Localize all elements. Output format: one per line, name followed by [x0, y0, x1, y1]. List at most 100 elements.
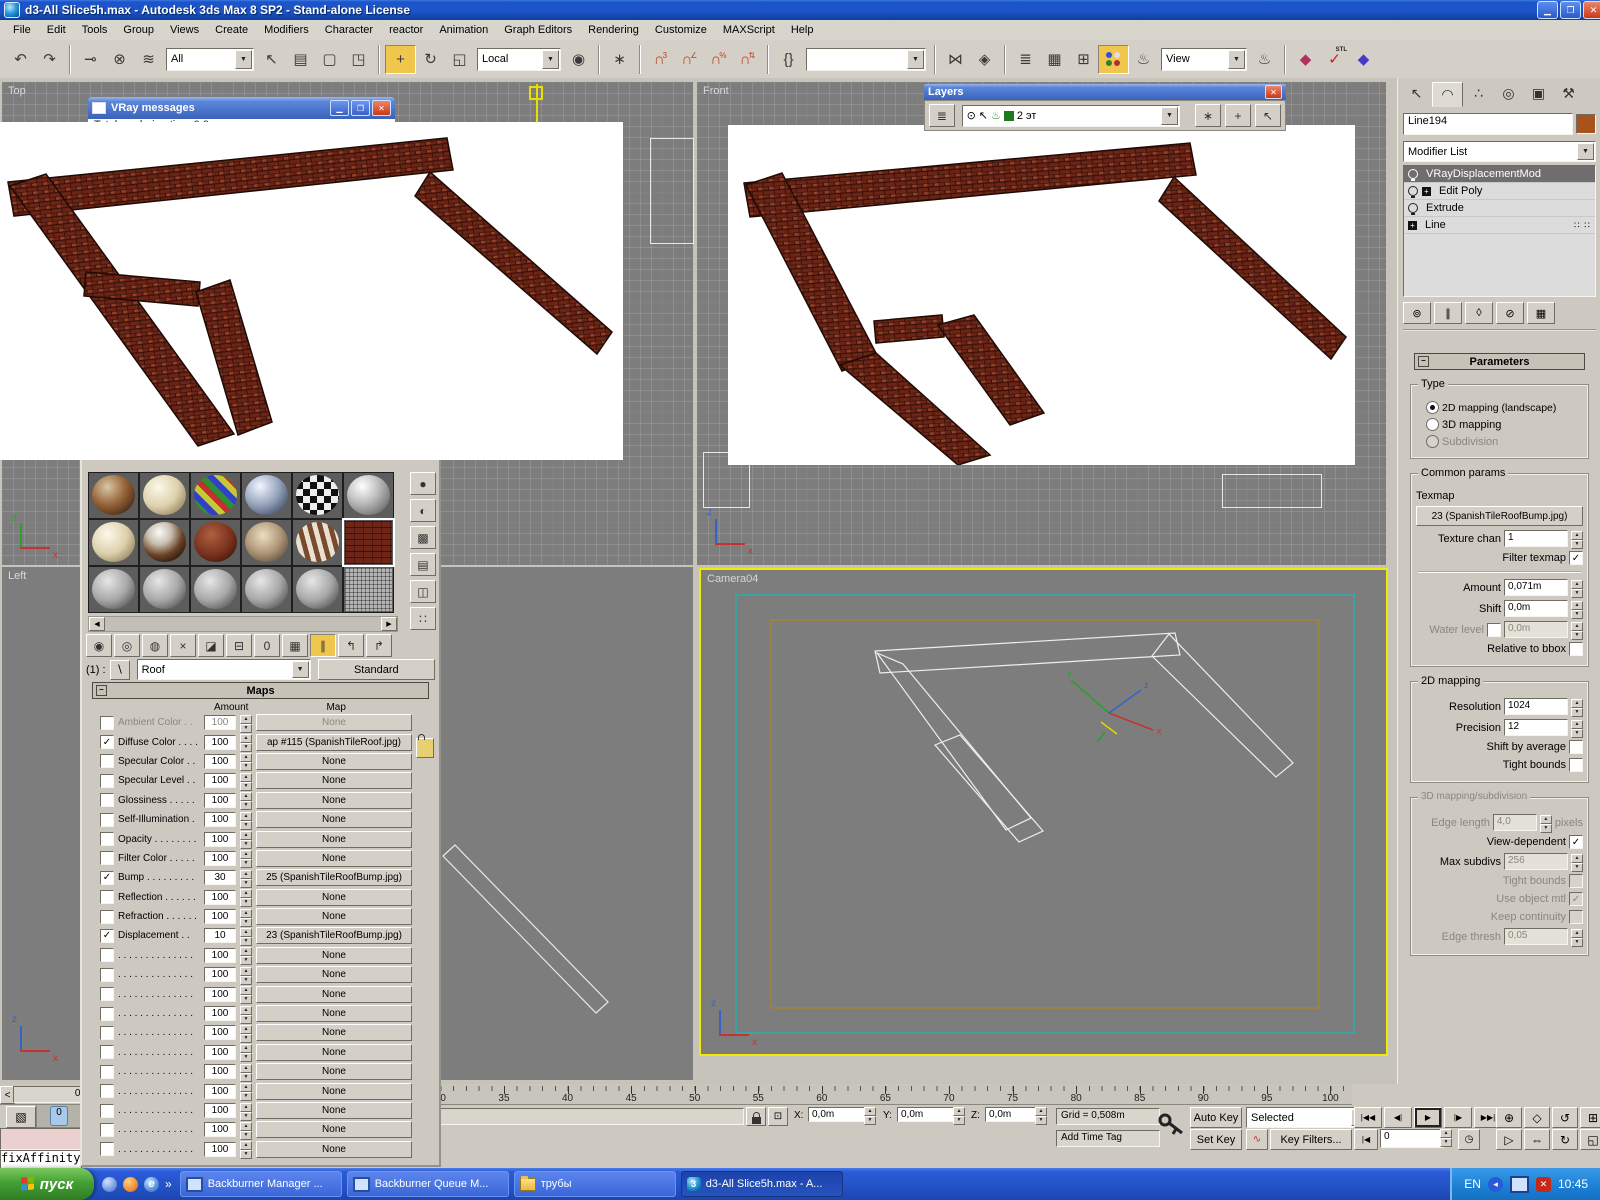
internet-explorer-icon[interactable]: e — [144, 1177, 159, 1192]
material-slot-band-brown[interactable] — [292, 519, 343, 566]
spinner-up-icon[interactable]: ▲ — [240, 1103, 252, 1112]
render-type-dropdown[interactable]: View▼ — [1161, 48, 1247, 71]
spinner-down-icon[interactable]: ▼ — [240, 918, 252, 927]
spinner[interactable]: ▲▼ — [1571, 580, 1583, 596]
zoom-region-icon[interactable]: ⊞ — [1580, 1107, 1600, 1128]
map-amount-field[interactable]: 100 — [204, 1064, 236, 1079]
security-alert-icon[interactable]: ✕ — [1536, 1177, 1551, 1192]
sample-type-icon[interactable]: ● — [410, 472, 436, 495]
modifier-list-dropdown[interactable]: Modifier List ▼ — [1403, 141, 1596, 162]
show-end-result-icon[interactable]: ∥ — [310, 634, 336, 657]
spinner[interactable]: ▲▼ — [240, 1083, 252, 1099]
light-bulb-icon[interactable] — [1408, 186, 1418, 196]
select-object-icon[interactable]: ↖ — [257, 46, 286, 73]
spinner-up-icon[interactable]: ▲ — [240, 715, 252, 724]
tab-create-icon[interactable]: ↖ — [1402, 82, 1431, 105]
spinner-down-icon[interactable]: ▼ — [240, 898, 252, 907]
spinner-down-icon[interactable]: ▼ — [240, 821, 252, 830]
map-checkbox[interactable] — [100, 793, 114, 807]
time-slider-handle[interactable]: 0 — [50, 1106, 68, 1126]
material-slot-gray[interactable] — [241, 566, 292, 613]
tight-bounds-3d-checkbox[interactable] — [1569, 874, 1583, 888]
absolute-mode-icon[interactable]: ⊡ — [768, 1107, 788, 1126]
tight-bounds-checkbox[interactable] — [1569, 758, 1583, 772]
network-icon[interactable] — [1510, 1176, 1529, 1193]
menu-tools[interactable]: Tools — [75, 22, 115, 38]
scroll-right-icon[interactable]: ▶ — [381, 617, 397, 631]
expand-icon[interactable]: + — [1422, 187, 1431, 196]
material-slot-glossy-blue[interactable] — [241, 472, 292, 519]
spinner[interactable]: ▲▼ — [1571, 929, 1583, 945]
render-scene-dialog-icon[interactable]: ♨ — [1129, 46, 1158, 73]
map-checkbox[interactable] — [100, 968, 114, 982]
map-amount-field[interactable]: 100 — [204, 773, 236, 788]
map-checkbox[interactable] — [100, 813, 114, 827]
spinner-up-icon[interactable]: ▲ — [240, 1064, 252, 1073]
radio-3d-mapping[interactable] — [1426, 418, 1439, 431]
map-button[interactable]: None — [256, 1044, 412, 1061]
spinner-up-icon[interactable]: ▲ — [240, 1122, 252, 1131]
put-material-to-scene-icon[interactable]: ◎ — [114, 634, 140, 657]
map-button[interactable]: None — [256, 1063, 412, 1080]
map-amount-field[interactable]: 100 — [204, 793, 236, 808]
shift-field[interactable]: 0,0m — [1504, 600, 1568, 617]
map-button[interactable]: None — [256, 1005, 412, 1022]
map-checkbox[interactable] — [100, 1007, 114, 1021]
map-amount-field[interactable]: 100 — [204, 754, 236, 769]
map-button[interactable]: None — [256, 850, 412, 867]
precision-field[interactable]: 12 — [1504, 719, 1568, 736]
sample-uv-tiling-icon[interactable]: ▤ — [410, 553, 436, 576]
light-bulb-icon[interactable] — [1408, 169, 1418, 179]
select-objects-in-layer-icon[interactable]: ↖ — [1255, 104, 1281, 127]
language-bar-icon[interactable]: ◂ — [1488, 1177, 1503, 1192]
spinner-down-icon[interactable]: ▼ — [240, 995, 252, 1004]
map-button[interactable]: None — [256, 792, 412, 809]
schematic-view-icon[interactable]: ⊞ — [1069, 46, 1098, 73]
spinner-up-icon[interactable]: ▲ — [240, 928, 252, 937]
menu-rendering[interactable]: Rendering — [581, 22, 646, 38]
map-button[interactable]: None — [256, 1141, 412, 1158]
water-level-checkbox[interactable] — [1487, 623, 1501, 637]
map-amount-field[interactable]: 100 — [204, 948, 236, 963]
map-checkbox[interactable] — [100, 871, 114, 885]
spinner-up-icon[interactable]: ▲ — [240, 986, 252, 995]
y-coordinate-field[interactable]: 0,0m — [897, 1107, 957, 1122]
reset-map-icon[interactable]: × — [170, 634, 196, 657]
spinner[interactable]: ▲▼ — [240, 870, 252, 886]
vray-messages-window[interactable]: VRay messages ▁ ❐ ✕ Total rendering time… — [88, 97, 395, 124]
select-by-name-icon[interactable]: ▤ — [286, 46, 315, 73]
spinner[interactable]: ▲▼ — [1571, 699, 1583, 715]
map-amount-field[interactable]: 100 — [204, 715, 236, 730]
texmap-button[interactable]: 23 (SpanishTileRoofBump.jpg) — [1416, 506, 1583, 526]
menu-create[interactable]: Create — [208, 22, 255, 38]
tab-hierarchy-icon[interactable]: ∴ — [1464, 82, 1493, 105]
z-coordinate-field[interactable]: 0,0m — [985, 1107, 1039, 1122]
previous-frame-button[interactable]: ◀| — [1384, 1107, 1412, 1128]
menu-help[interactable]: Help — [784, 22, 821, 38]
bind-to-space-warp-icon[interactable]: ≋ — [134, 46, 163, 73]
edge-thresh-field[interactable]: 0,05 — [1504, 928, 1568, 945]
key-filters-button[interactable]: Key Filters... — [1270, 1129, 1352, 1150]
set-key-button[interactable]: Set Key — [1190, 1129, 1242, 1150]
next-frame-button[interactable]: |▶ — [1444, 1107, 1472, 1128]
spinner[interactable]: ▲▼ — [240, 812, 252, 828]
material-slot-chrome-brown[interactable] — [139, 519, 190, 566]
go-to-parent-icon[interactable]: ↰ — [338, 634, 364, 657]
map-checkbox[interactable] — [100, 987, 114, 1001]
map-button[interactable]: None — [256, 1102, 412, 1119]
map-amount-field[interactable]: 100 — [204, 967, 236, 982]
material-slot-plaid[interactable] — [343, 566, 394, 613]
spinner-up-icon[interactable]: ▲ — [240, 1141, 252, 1150]
map-checkbox[interactable] — [100, 774, 114, 788]
selection-filter-dropdown[interactable]: All▼ — [166, 48, 254, 71]
spinner[interactable]: ▲▼ — [240, 734, 252, 750]
spinner-down-icon[interactable]: ▼ — [240, 762, 252, 771]
chevron-down-icon[interactable]: ▼ — [1228, 50, 1245, 69]
map-checkbox[interactable] — [100, 735, 114, 749]
vray-close-button[interactable]: ✕ — [372, 100, 391, 116]
minimize-button[interactable]: ▁ — [1537, 1, 1558, 19]
show-map-in-viewport-icon[interactable]: ▦ — [282, 634, 308, 657]
maps-rollout-header[interactable]: – Maps — [92, 682, 429, 699]
amount-field[interactable]: 0,071m — [1504, 579, 1568, 596]
spinner[interactable]: ▲▼ — [240, 909, 252, 925]
